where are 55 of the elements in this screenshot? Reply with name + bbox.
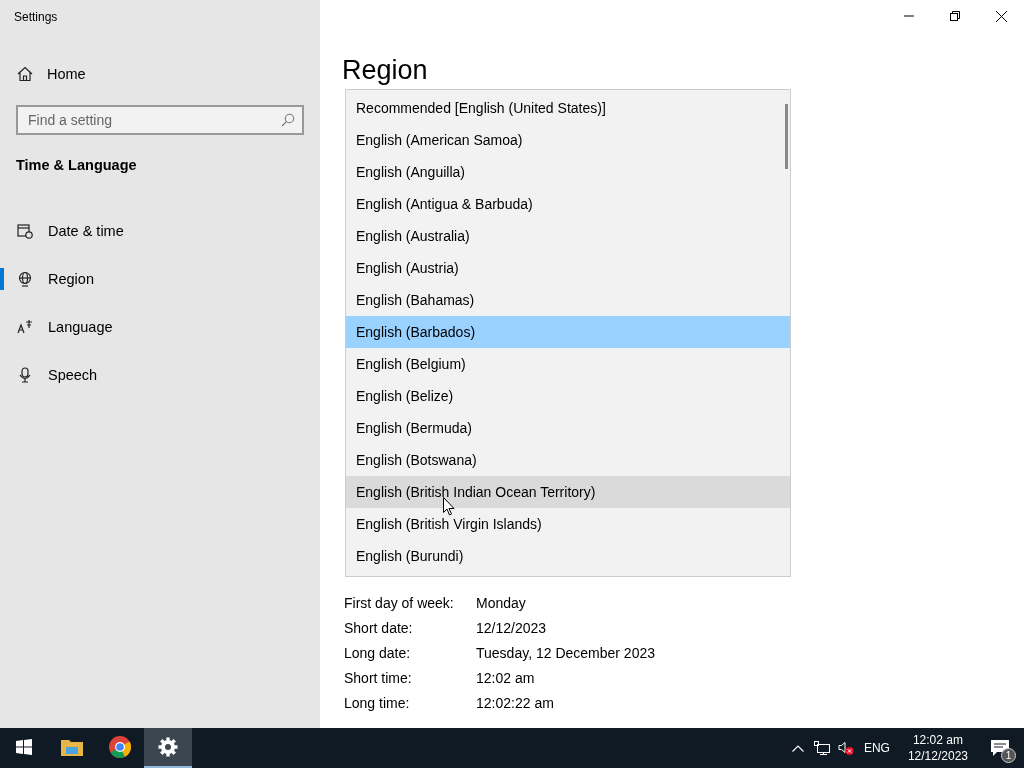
taskbar-clock[interactable]: 12:02 am 12/12/2023 — [899, 732, 976, 764]
dropdown-option[interactable]: English (American Samoa) — [346, 124, 790, 156]
dropdown-option[interactable]: English (Belgium) — [346, 348, 790, 380]
language-indicator[interactable]: ENG — [863, 741, 890, 755]
search-icon — [281, 113, 295, 127]
nav-item[interactable]: Language — [0, 303, 320, 351]
browser-icon — [109, 736, 131, 758]
language-icon — [17, 319, 33, 335]
window-title: Settings — [14, 10, 59, 24]
format-label: Short time: — [344, 669, 413, 686]
dropdown-option[interactable]: Recommended [English (United States)] — [346, 92, 790, 124]
format-label: Long time: — [344, 694, 411, 711]
taskbar-app-button[interactable] — [144, 728, 192, 768]
gear-icon — [158, 737, 178, 757]
muted-speaker-icon[interactable] — [837, 741, 854, 755]
format-label: Short date: — [344, 619, 414, 636]
nav-item[interactable]: Speech — [0, 351, 320, 399]
dropdown-option[interactable]: English (British Virgin Islands) — [346, 508, 790, 540]
format-label: Long date: — [344, 644, 412, 661]
search-field[interactable]: Find a setting — [16, 105, 304, 135]
restore-icon — [950, 11, 960, 21]
globe-icon — [17, 271, 33, 287]
network-icon[interactable] — [813, 741, 830, 755]
dropdown-option[interactable]: English (Burundi) — [346, 540, 790, 572]
dropdown-option[interactable]: English (Botswana) — [346, 444, 790, 476]
microphone-icon — [17, 367, 33, 383]
dropdown-option[interactable]: English (Barbados) — [346, 316, 790, 348]
format-value: 12:02:22 am — [476, 694, 554, 711]
format-value: Monday — [476, 594, 526, 611]
format-value: 12/12/2023 — [476, 619, 547, 636]
nav-item[interactable]: Date & time — [0, 207, 320, 255]
folder-icon — [61, 738, 83, 756]
dropdown-option[interactable]: English (Antigua & Barbuda) — [346, 188, 790, 220]
format-value: Tuesday, 12 December 2023 — [476, 644, 655, 661]
windows-logo-icon — [16, 739, 32, 755]
dropdown-option[interactable]: English (British Indian Ocean Territory) — [346, 476, 790, 508]
home-icon — [17, 66, 33, 82]
dropdown-option[interactable]: English (Anguilla) — [346, 156, 790, 188]
close-icon — [995, 10, 1007, 22]
chevron-up-icon[interactable] — [791, 744, 804, 752]
home-link[interactable]: Home — [17, 62, 320, 86]
dropdown-option[interactable]: English (Australia) — [346, 220, 790, 252]
nav-item[interactable]: Region — [0, 255, 320, 303]
format-value: 12:02 am — [476, 669, 535, 686]
scrollbar-thumb[interactable] — [785, 104, 788, 169]
dropdown-option[interactable]: English (Bahamas) — [346, 284, 790, 316]
page-title: Region — [342, 54, 429, 87]
section-heading: Time & Language — [16, 157, 138, 173]
notification-count: 1 — [1001, 748, 1016, 763]
format-label: First day of week: — [344, 594, 455, 611]
dropdown-option[interactable]: English (Belize) — [346, 380, 790, 412]
calendar-icon — [17, 223, 33, 239]
dropdown-option[interactable]: English (Bermuda) — [346, 412, 790, 444]
notifications-button[interactable]: 1 — [976, 728, 1024, 768]
dropdown-option[interactable]: English (Austria) — [346, 252, 790, 284]
